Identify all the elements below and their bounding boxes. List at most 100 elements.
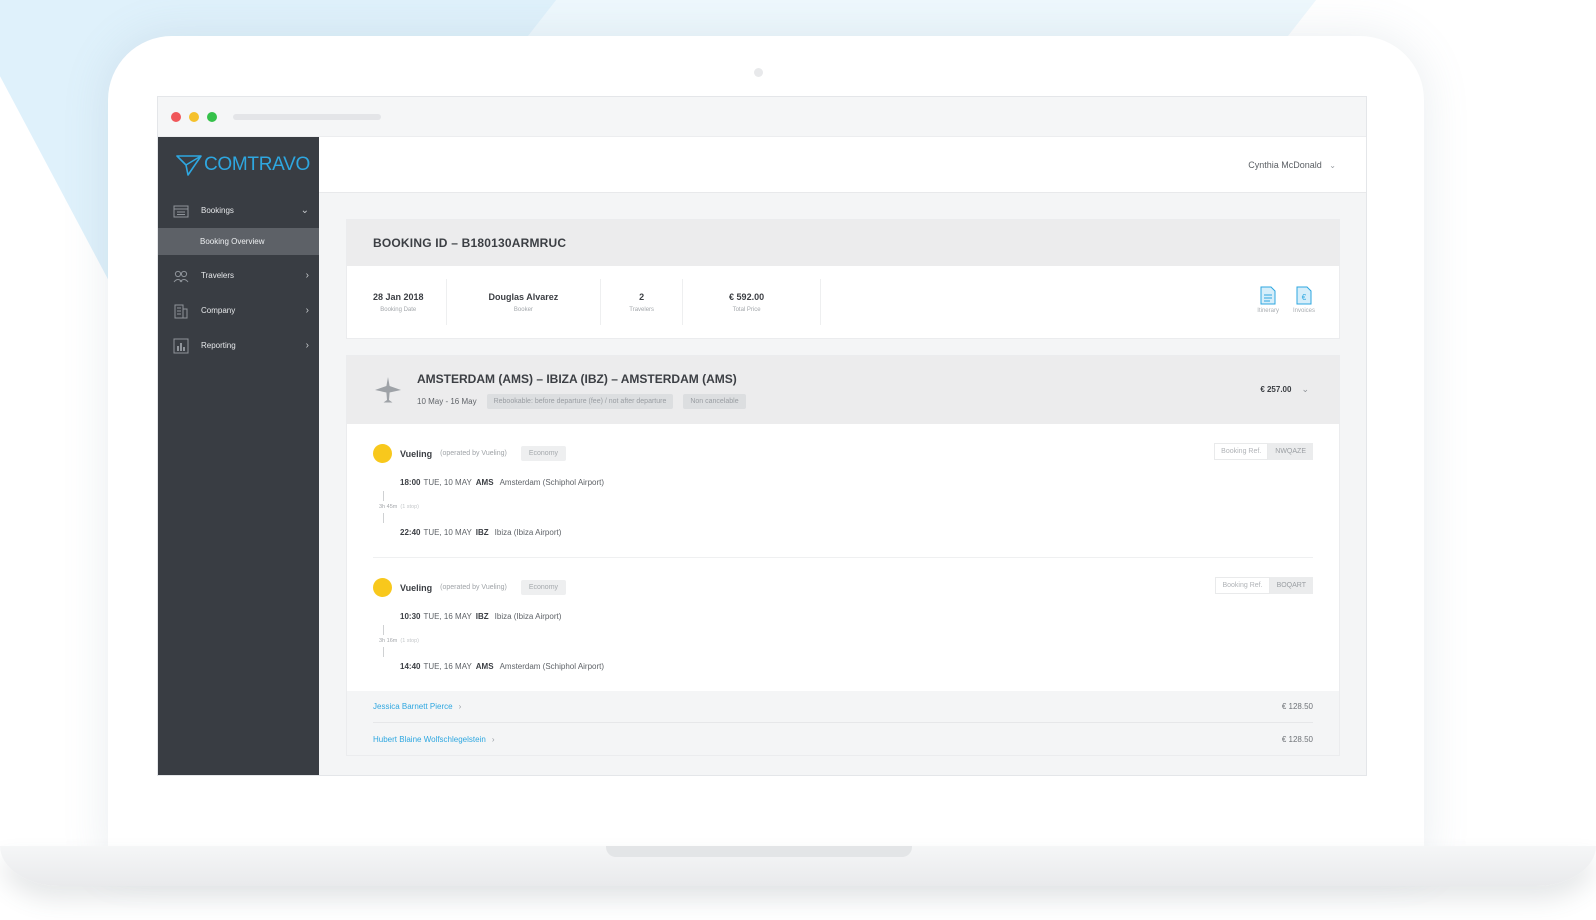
window-maximize-button[interactable] [207, 111, 217, 122]
traveler-price: € 128.50 [1281, 734, 1313, 744]
chevron-down-icon[interactable]: ⌄ [1301, 384, 1309, 395]
traveler-row: Jessica Barnett Pierce › € 128.50 [373, 691, 1313, 723]
airline-name: Vueling [400, 582, 433, 593]
invoice-document-icon: € [1296, 286, 1312, 305]
sidebar-subitem-booking-overview[interactable]: Booking Overview [158, 228, 319, 255]
bar-chart-icon [172, 338, 190, 354]
airline-logo-icon [373, 444, 392, 463]
departure-airport-name: Amsterdam (Schiphol Airport) [499, 477, 605, 487]
trip-info: AMSTERDAM (AMS) – IBIZA (IBZ) – AMSTERDA… [417, 372, 756, 409]
sidebar-item-label: Bookings [201, 206, 234, 215]
arrival-date: TUE, 10 MAY [423, 527, 472, 537]
arrival-segment: 14:40 TUE, 16 MAY AMS Amsterdam (Schipho… [400, 659, 1313, 673]
building-icon [172, 303, 190, 319]
booking-ref-value: NWQAZE [1268, 443, 1313, 460]
arrival-time: 14:40 [400, 661, 421, 671]
booking-id-title: BOOKING ID – B180130ARMRUC [347, 220, 1339, 266]
cabin-class-badge: Economy [520, 446, 567, 461]
flight-duration: 3h 45m (1 stop) [379, 489, 1313, 525]
traveler-price: € 128.50 [1281, 702, 1313, 711]
departure-date: TUE, 10 MAY [423, 477, 472, 487]
stat-booking-date: 28 Jan 2018 Booking Date [351, 279, 447, 325]
sidebar-item-label: Company [201, 306, 236, 315]
chevron-right-icon: › [305, 270, 309, 281]
booking-ref: Booking Ref. NWQAZE [1214, 443, 1313, 460]
window-minimize-button[interactable] [189, 111, 199, 122]
paper-plane-icon [176, 155, 202, 176]
stops-count: (1 stop) [400, 638, 420, 644]
flight-leg-header: Vueling (operated by Vueling) Economy [373, 578, 1313, 597]
laptop-notch [606, 846, 912, 857]
traveler-row: Hubert Blaine Wolfschlegelstein › € 128.5… [373, 723, 1313, 755]
window-close-button[interactable] [171, 111, 181, 122]
booking-stats: 28 Jan 2018 Booking Date Douglas Alvarez… [347, 266, 1339, 338]
flight-leg-header: Vueling (operated by Vueling) Economy [373, 444, 1313, 463]
cabin-class-badge: Economy [520, 580, 567, 595]
booking-content: BOOKING ID – B180130ARMRUC 28 Jan 2018 B… [319, 193, 1366, 756]
departure-airport-code: AMS [475, 477, 494, 487]
arrival-date: TUE, 16 MAY [423, 661, 472, 671]
booking-ref: Booking Ref. BOQART [1215, 577, 1313, 594]
chevron-right-icon: › [491, 734, 495, 744]
arrival-airport-name: Amsterdam (Schiphol Airport) [499, 661, 605, 671]
stat-value: 2 [639, 291, 645, 302]
brand-name: COMTRAVO [204, 154, 310, 175]
stat-total-price: € 592.00 Total Price [683, 279, 822, 325]
departure-airport-name: Ibiza (Ibiza Airport) [494, 611, 562, 621]
stat-label: Booking Date [380, 306, 417, 313]
user-name: Cynthia McDonald [1248, 159, 1322, 170]
departure-segment: 10:30 TUE, 16 MAY IBZ Ibiza (Ibiza Airpo… [400, 609, 1313, 623]
sidebar: COMTRAVO Bookings ⌄ Booking Overview Tra… [158, 137, 319, 775]
chevron-right-icon: › [305, 340, 309, 351]
sidebar-item-reporting[interactable]: Reporting › [158, 328, 319, 363]
browser-window: COMTRAVO Bookings ⌄ Booking Overview Tra… [157, 96, 1367, 776]
stat-value: 28 Jan 2018 [373, 291, 424, 302]
trip-price: € 257.00 ⌄ [1260, 384, 1309, 395]
document-links: Itinerary € Invoices [1257, 286, 1315, 314]
rebooking-tag: Rebookable: before departure (fee) / not… [486, 393, 674, 409]
window-titlebar [158, 97, 1366, 137]
stat-label: Total Price [732, 306, 761, 313]
booking-ref-label: Booking Ref. [1214, 443, 1269, 460]
laptop-camera [754, 68, 763, 77]
airline-name: Vueling [400, 448, 433, 459]
cancellation-tag: Non cancelable [683, 393, 746, 409]
sidebar-item-label: Travelers [201, 271, 235, 280]
traveler-link[interactable]: Jessica Barnett Pierce › [373, 702, 461, 711]
topbar: Cynthia McDonald ⌄ [319, 137, 1366, 193]
departure-time: 10:30 [400, 611, 421, 621]
arrival-segment: 22:40 TUE, 10 MAY IBZ Ibiza (Ibiza Airpo… [400, 525, 1313, 539]
traveler-link[interactable]: Hubert Blaine Wolfschlegelstein › [373, 735, 494, 744]
departure-date: TUE, 16 MAY [423, 611, 472, 621]
chevron-down-icon: ⌄ [1329, 160, 1336, 170]
invoices-button[interactable]: € Invoices [1293, 286, 1315, 314]
trip-dates: 10 May - 16 May [417, 396, 477, 406]
users-icon [172, 268, 190, 284]
arrival-airport-code: IBZ [475, 527, 489, 537]
chevron-right-icon: › [458, 702, 462, 711]
address-bar[interactable] [233, 113, 381, 120]
itinerary-button[interactable]: Itinerary [1257, 286, 1279, 314]
sidebar-item-travelers[interactable]: Travelers › [158, 258, 319, 293]
calendar-icon [172, 203, 190, 219]
sidebar-item-bookings[interactable]: Bookings ⌄ [158, 193, 319, 228]
svg-text:€: € [1302, 293, 1307, 302]
trip-header[interactable]: AMSTERDAM (AMS) – IBIZA (IBZ) – AMSTERDA… [347, 356, 1339, 424]
arrival-time: 22:40 [400, 527, 421, 537]
document-label: Invoices [1292, 308, 1315, 314]
operated-by: (operated by Vueling) [440, 450, 507, 457]
brand-logo[interactable]: COMTRAVO [158, 137, 319, 193]
booking-ref-value: BOQART [1269, 577, 1313, 594]
stat-booker: Douglas Alvarez Booker [447, 279, 602, 325]
sidebar-item-company[interactable]: Company › [158, 293, 319, 328]
stat-label: Travelers [629, 306, 655, 313]
stops-count: (1 stop) [400, 504, 420, 510]
booking-summary-card: BOOKING ID – B180130ARMRUC 28 Jan 2018 B… [346, 219, 1340, 339]
trip-price-value: € 257.00 [1260, 385, 1292, 394]
departure-time: 18:00 [400, 477, 421, 487]
trip-meta: 10 May - 16 May Rebookable: before depar… [417, 393, 756, 409]
departure-segment: 18:00 TUE, 10 MAY AMS Amsterdam (Schipho… [400, 475, 1313, 489]
user-menu[interactable]: Cynthia McDonald ⌄ [1248, 160, 1336, 170]
stat-value: € 592.00 [729, 291, 765, 302]
trip-route: AMSTERDAM (AMS) – IBIZA (IBZ) – AMSTERDA… [417, 371, 737, 386]
